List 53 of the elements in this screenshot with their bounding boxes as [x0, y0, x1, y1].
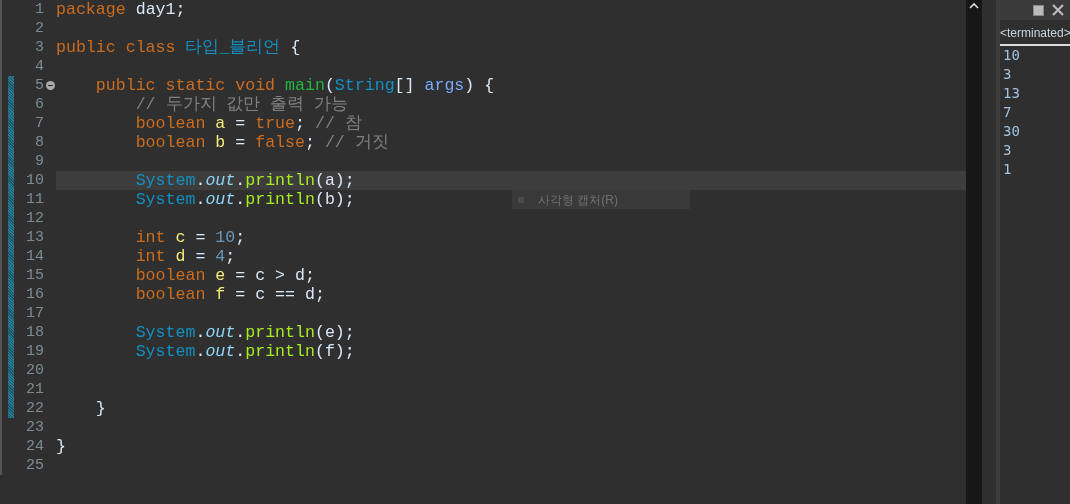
fold-toggle-icon[interactable] — [45, 81, 55, 90]
line-number: 24 — [26, 437, 44, 456]
code-line: System.out.println(f); — [134, 342, 355, 361]
line-number: 19 — [26, 342, 44, 361]
line-number: 13 — [26, 228, 44, 247]
line-number: 2 — [35, 19, 44, 38]
line-number: 16 — [26, 285, 44, 304]
stop-icon[interactable] — [1033, 4, 1044, 16]
line-number: 22 — [26, 399, 44, 418]
line-number: 7 — [35, 114, 44, 133]
line-number: 25 — [26, 456, 44, 475]
line-number: 23 — [26, 418, 44, 437]
line-number: 18 — [26, 323, 44, 342]
code-line: // 두가지 값만 출력 가능 — [134, 95, 349, 114]
line-number: 3 — [35, 38, 44, 57]
scroll-up-icon[interactable] — [969, 2, 979, 10]
line-number: 6 — [35, 95, 44, 114]
console-output-line: 13 — [1003, 84, 1020, 103]
console-output-line: 3 — [1003, 65, 1012, 84]
code-line: boolean e = c > d; — [134, 266, 315, 285]
console-output-line: 7 — [1003, 103, 1012, 122]
code-line: } — [56, 437, 66, 456]
line-number: 5 — [35, 76, 44, 95]
close-icon[interactable] — [1052, 4, 1064, 16]
code-line: System.out.println(b); — [134, 190, 355, 209]
code-line: boolean f = c == d; — [134, 285, 325, 304]
code-line: int d = 4; — [134, 247, 236, 266]
line-number: 21 — [26, 380, 44, 399]
code-line: boolean a = true; // 참 — [134, 114, 362, 133]
line-number: 17 — [26, 304, 44, 323]
console-output-line: 3 — [1003, 141, 1012, 160]
line-number: 11 — [26, 190, 44, 209]
line-number: 1 — [35, 0, 44, 19]
console-output-line: 1 — [1003, 160, 1012, 179]
editor-scrollbar[interactable] — [966, 0, 982, 504]
code-line: int c = 10; — [134, 228, 246, 247]
console-output-line: 30 — [1003, 122, 1020, 141]
line-number: 15 — [26, 266, 44, 285]
line-number: 9 — [35, 152, 44, 171]
code-line: package day1; — [56, 0, 186, 19]
code-line: public static void main(String[] args) { — [94, 76, 495, 95]
line-number: 20 — [26, 361, 44, 380]
line-number: 4 — [35, 57, 44, 76]
line-number: 8 — [35, 133, 44, 152]
line-number: 12 — [26, 209, 44, 228]
code-line: public class 타입_블리언 { — [56, 38, 301, 57]
line-number: 14 — [26, 247, 44, 266]
console-status: <terminated> — [1000, 26, 1070, 40]
console-output-line: 10 — [1003, 46, 1020, 65]
code-line: System.out.println(e); — [134, 323, 355, 342]
code-line: } — [94, 399, 106, 418]
code-line: boolean b = false; // 거짓 — [134, 133, 389, 152]
line-number: 10 — [26, 171, 44, 190]
